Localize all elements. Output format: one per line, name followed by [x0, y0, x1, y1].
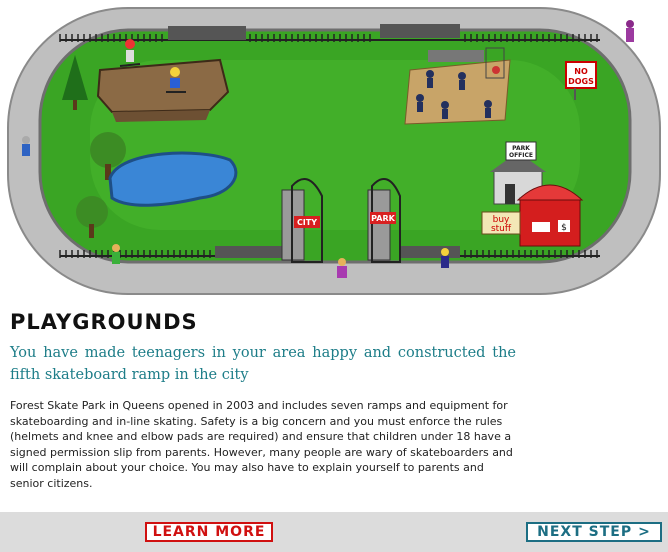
- svg-text:OFFICE: OFFICE: [509, 152, 533, 159]
- learn-more-label: LEARN MORE: [152, 524, 266, 540]
- result-subtitle: You have made teenagers in your area hap…: [10, 345, 516, 383]
- park-illustration: NO DOGS PARK OFFICE $ buy stuff CITY PAR…: [0, 0, 668, 300]
- chevron-right-icon: >: [638, 524, 651, 540]
- scenario-panel: PLAYGROUNDS You have made teenagers in y…: [0, 300, 668, 512]
- skate-ramp: [96, 58, 230, 122]
- svg-text:stuff: stuff: [491, 224, 512, 234]
- learn-more-button[interactable]: LEARN MORE: [145, 522, 273, 542]
- next-step-button[interactable]: NEXT STEP >: [526, 522, 662, 542]
- svg-text:PARK: PARK: [512, 145, 530, 152]
- footer-bar: LEARN MORE NEXT STEP >: [0, 512, 668, 552]
- next-step-label: NEXT STEP: [537, 524, 633, 540]
- svg-text:CITY: CITY: [297, 218, 317, 227]
- svg-text:PARK: PARK: [371, 214, 395, 223]
- svg-text:NO: NO: [574, 67, 588, 76]
- scenario-description: Forest Skate Park in Queens opened in 20…: [10, 399, 513, 490]
- svg-text:$: $: [561, 223, 567, 233]
- svg-text:DOGS: DOGS: [568, 77, 594, 86]
- page-title: PLAYGROUNDS: [10, 310, 198, 334]
